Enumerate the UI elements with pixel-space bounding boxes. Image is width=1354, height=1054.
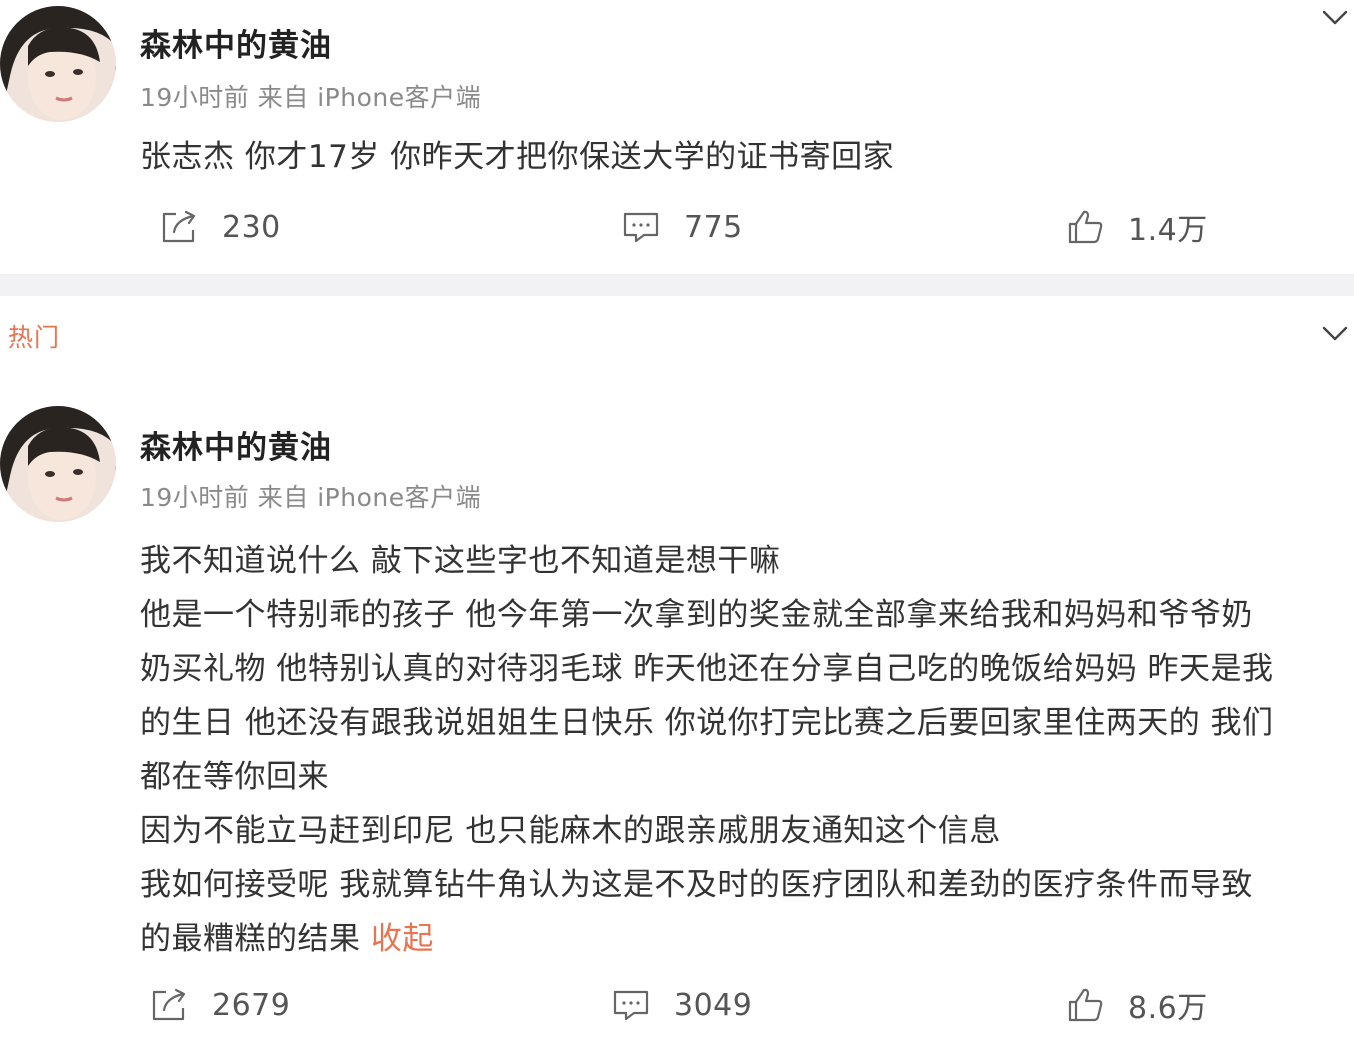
like-button[interactable]: 8.6万: [1066, 980, 1208, 1030]
post-meta: 19小时前 来自 iPhone客户端: [140, 483, 482, 512]
section-divider: [0, 274, 1354, 296]
hot-section-label[interactable]: 热门: [8, 318, 60, 354]
post-content: 我不知道说什么 敲下这些字也不知道是想干嘛 他是一个特别乖的孩子 他今年第一次拿…: [140, 534, 1354, 966]
post-card: 森林中的黄油 19小时前 来自 iPhone客户端 我不知道说什么 敲下这些字也…: [0, 396, 1354, 1054]
repost-count: 2679: [212, 987, 291, 1023]
comment-icon: [623, 212, 659, 243]
comment-count: 775: [684, 209, 743, 245]
thumbs-up-icon: [1068, 210, 1103, 244]
avatar[interactable]: [0, 406, 116, 522]
chevron-down-icon[interactable]: [1320, 318, 1350, 348]
post-card: 森林中的黄油 19小时前 来自 iPhone客户端 张志杰 你才17岁 你昨天才…: [0, 0, 1354, 272]
post-content: 张志杰 你才17岁 你昨天才把你保送大学的证书寄回家: [140, 130, 1354, 184]
post-content-line: 的最糟糕的结果: [140, 921, 371, 957]
like-count: 8.6万: [1128, 991, 1208, 1026]
avatar-image: [0, 6, 116, 122]
thumbs-up-icon: [1068, 988, 1103, 1022]
post-content-line: 我如何接受呢 我就算钻牛角认为这是不及时的医疗团队和差劲的医疗条件而导致: [140, 867, 1253, 903]
post-content-line: 的生日 他还没有跟我说姐姐生日快乐 你说你打完比赛之后要回家里住两天的 我们: [140, 705, 1274, 741]
post-content-line: 因为不能立马赶到印尼 也只能麻木的跟亲戚朋友通知这个信息: [140, 813, 1001, 849]
action-bar: 2679 3049 8.6万: [0, 980, 1354, 1030]
avatar-image: [0, 406, 116, 522]
comment-button[interactable]: 775: [622, 202, 743, 252]
comment-button[interactable]: 3049: [612, 980, 752, 1030]
post-content-line: 奶买礼物 他特别认真的对待羽毛球 昨天他还在分享自己吃的晚饭给妈妈 昨天是我: [140, 651, 1274, 687]
chevron-down-icon[interactable]: [1320, 2, 1350, 32]
post-meta: 19小时前 来自 iPhone客户端: [140, 83, 482, 112]
collapse-link[interactable]: 收起: [371, 921, 434, 957]
like-count: 1.4万: [1128, 213, 1208, 248]
comment-icon: [613, 990, 649, 1021]
post-content-line: 我不知道说什么 敲下这些字也不知道是想干嘛: [140, 543, 781, 579]
comment-count: 3049: [674, 987, 753, 1023]
repost-count: 230: [222, 209, 281, 245]
post-content-line: 他是一个特别乖的孩子 他今年第一次拿到的奖金就全部拿来给我和妈妈和爷爷奶: [140, 597, 1253, 633]
repost-button[interactable]: 230: [160, 202, 281, 252]
username[interactable]: 森林中的黄油: [140, 422, 332, 467]
username[interactable]: 森林中的黄油: [140, 20, 332, 65]
repost-icon: [162, 210, 196, 243]
repost-icon: [152, 988, 186, 1021]
avatar[interactable]: [0, 6, 116, 122]
repost-button[interactable]: 2679: [150, 980, 290, 1030]
action-bar: 230 775 1.4万: [0, 202, 1354, 252]
post-content-line: 张志杰 你才17岁 你昨天才把你保送大学的证书寄回家: [140, 139, 895, 175]
post-content-last-line: 的最糟糕的结果 收起: [140, 912, 1354, 966]
like-button[interactable]: 1.4万: [1066, 202, 1208, 252]
post-content-line: 都在等你回来: [140, 759, 329, 795]
